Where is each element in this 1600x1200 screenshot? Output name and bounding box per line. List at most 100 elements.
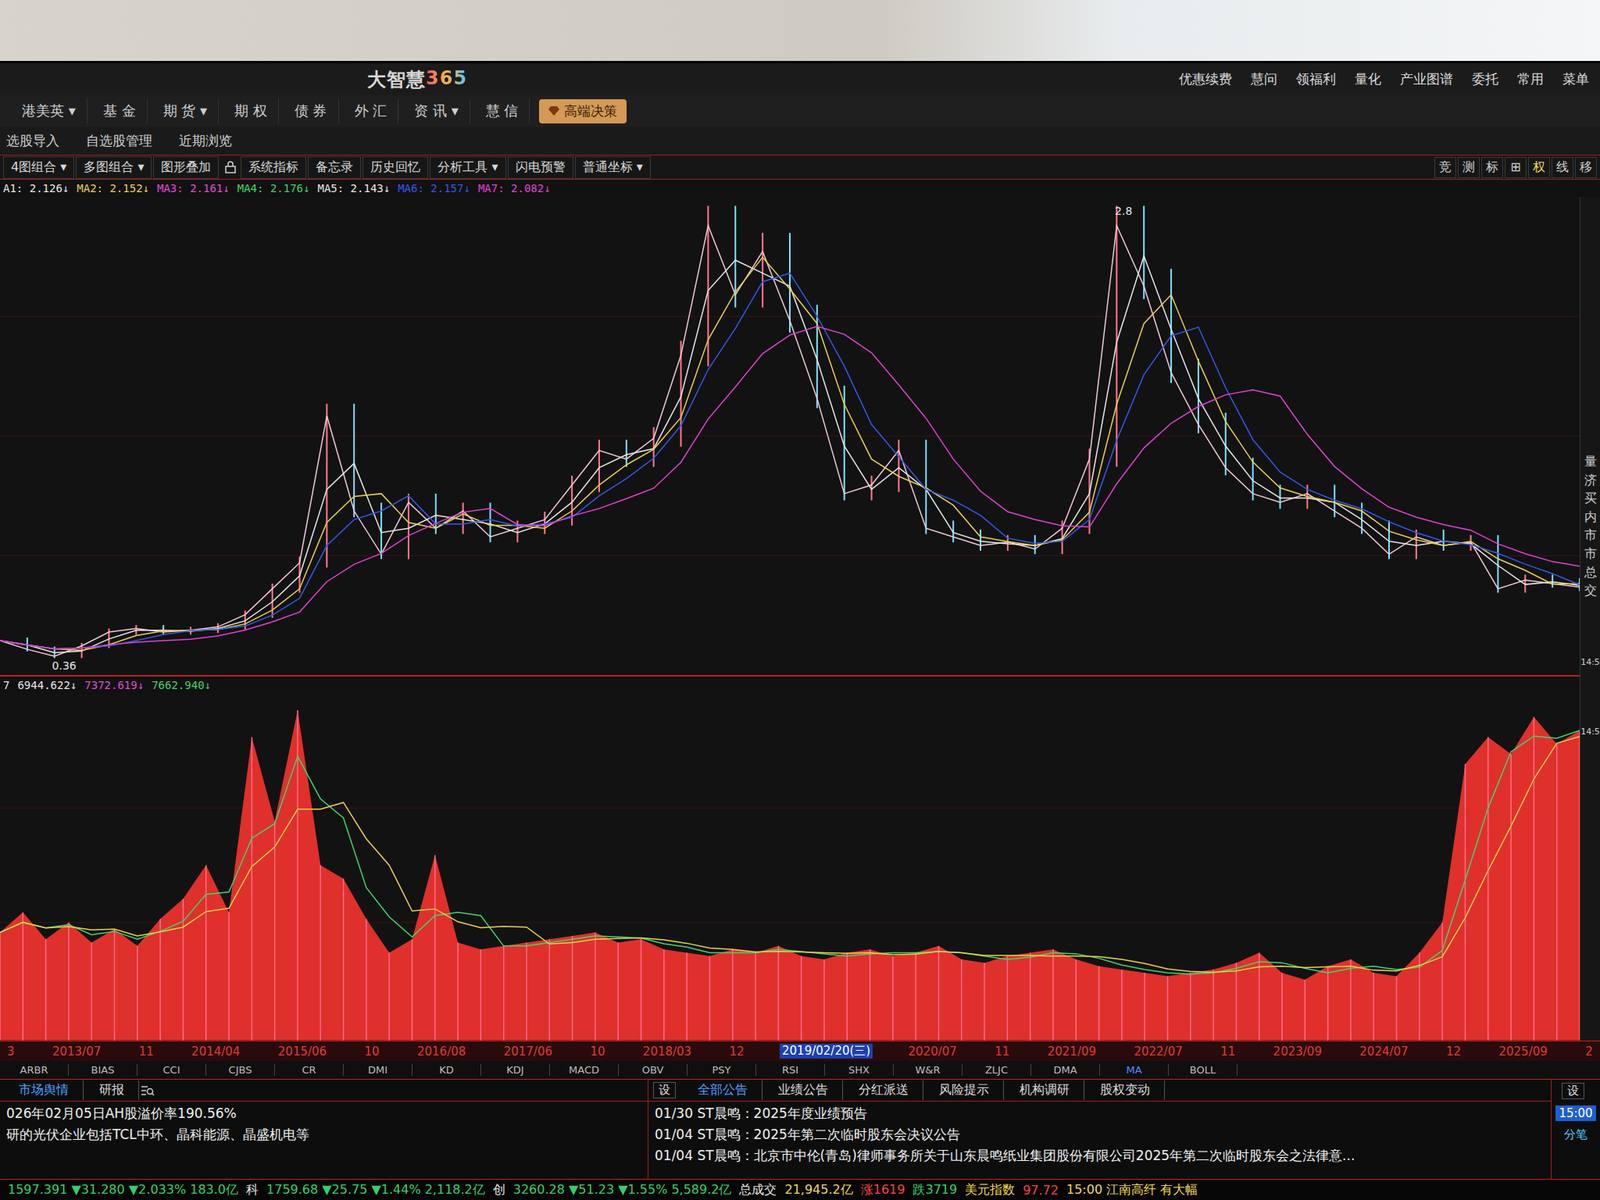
notice-tab[interactable]: 机构调研 <box>1005 1080 1085 1100</box>
top-menu-item[interactable]: 领福利 <box>1296 70 1336 89</box>
notice-item[interactable]: 01/04 ST晨鸣：2025年第二次临时股东会决议公告 <box>654 1125 1545 1144</box>
price-chart[interactable]: 0.362.8 <box>0 196 1580 677</box>
indicator-tab[interactable]: CJBS <box>206 1064 275 1076</box>
indicator-tabs: ARBRBIASCCICJBSCRDMIKDKDJMACDOBVPSYRSISH… <box>0 1060 1600 1080</box>
volume-bar <box>480 950 483 1041</box>
indicator-tab[interactable]: PSY <box>687 1064 757 1076</box>
indicator-tab[interactable]: CCI <box>137 1064 207 1076</box>
volume-bar <box>1373 973 1375 1041</box>
status-item: 总成交 <box>739 1182 777 1199</box>
indicator-tab[interactable]: OBV <box>618 1064 688 1076</box>
legend-item: 7 <box>3 678 10 692</box>
notice-tab[interactable]: 业绩公告 <box>764 1080 843 1100</box>
top-menu-item[interactable]: 优惠续费 <box>1178 70 1233 89</box>
notice-tab[interactable]: 全部公告 <box>683 1080 763 1100</box>
top-menu-item[interactable]: 委托 <box>1471 70 1499 89</box>
volume-bar <box>663 950 665 1041</box>
top-menu-item[interactable]: 产业图谱 <box>1400 70 1454 89</box>
toolbar-toggle[interactable]: 线 <box>1551 157 1574 179</box>
toolbar-button[interactable]: 图形叠加 <box>153 156 219 179</box>
indicator-tab[interactable]: ARBR <box>0 1064 69 1076</box>
nav-item[interactable]: 慧 信 <box>475 98 531 124</box>
volume-bar <box>411 939 414 1041</box>
indicator-tab[interactable]: BIAS <box>68 1064 138 1076</box>
nav-item[interactable]: 期 货 ▾ <box>152 98 220 124</box>
toolbar-button[interactable]: 分析工具 ▾ <box>429 156 506 179</box>
news-item[interactable]: 026年02月05日AH股溢价率190.56% <box>6 1104 642 1123</box>
indicator-tab[interactable]: CR <box>275 1064 344 1076</box>
strip-label: 市 <box>1584 528 1597 543</box>
premium-button[interactable]: 高端决策 <box>539 99 627 124</box>
strip-label: 总 <box>1584 565 1597 580</box>
indicator-tab[interactable]: DMA <box>1031 1064 1100 1076</box>
toolbar-button[interactable]: 历史回忆 <box>362 156 429 179</box>
strip-label: 量 <box>1584 454 1597 469</box>
ma-line <box>0 257 1580 650</box>
toolbar-button[interactable]: 系统指标 <box>240 156 307 179</box>
date-label: 12 <box>1443 1044 1464 1059</box>
nav-item[interactable]: 资 讯 ▾ <box>403 98 471 124</box>
indicator-tab[interactable]: MACD <box>550 1064 619 1076</box>
lock-icon[interactable] <box>220 160 241 174</box>
toolbar-toggle[interactable]: 竞 <box>1434 157 1457 179</box>
toolbar-toggle[interactable]: 测 <box>1457 157 1480 179</box>
notice-tab[interactable]: 股权变动 <box>1085 1080 1165 1100</box>
volume-chart[interactable] <box>0 693 1580 1041</box>
toolbar-toggle[interactable]: 权 <box>1528 157 1550 179</box>
toolbar-toggle[interactable]: 标 <box>1481 157 1504 179</box>
news-tab[interactable]: 研报 <box>85 1080 140 1100</box>
indicator-tab[interactable]: KDJ <box>481 1064 550 1076</box>
nav-item[interactable]: 港美英 ▾ <box>10 98 88 124</box>
side-tab[interactable]: 分笔 <box>1564 1127 1588 1143</box>
indicator-tab[interactable]: BOLL <box>1168 1064 1238 1076</box>
settings-button[interactable]: 设 <box>653 1082 676 1099</box>
sub-nav-item[interactable]: 近期浏览 <box>178 132 233 150</box>
top-menu-item[interactable]: 常用 <box>1517 70 1544 89</box>
nav-item[interactable]: 债 券 <box>283 98 340 124</box>
status-item: 15:00 江南高纤 有大幅 <box>1066 1182 1198 1199</box>
toolbar-button[interactable]: 多图组合 ▾ <box>75 156 152 179</box>
volume-bar <box>22 912 25 1041</box>
notice-item[interactable]: 01/04 ST晨鸣：北京市中伦(青岛)律师事务所关于山东晨鸣纸业集团股份有限公… <box>654 1146 1545 1165</box>
volume-bar <box>1396 976 1398 1041</box>
top-menu-item[interactable]: 量化 <box>1354 70 1382 89</box>
indicator-tab[interactable]: W&R <box>893 1064 963 1076</box>
toolbar-button[interactable]: 4图组合 ▾ <box>3 156 75 179</box>
notice-item[interactable]: 01/30 ST晨鸣：2025年度业绩预告 <box>654 1104 1545 1123</box>
indicator-tab[interactable]: ZLJC <box>962 1064 1032 1076</box>
news-tab[interactable]: 市场舆情 <box>4 1080 84 1100</box>
settings-button[interactable]: 设 <box>1561 1082 1585 1100</box>
indicator-tab[interactable]: KD <box>412 1064 482 1076</box>
volume-area <box>0 710 1580 1041</box>
toolbar-toggle[interactable]: 移 <box>1575 157 1597 179</box>
nav-item[interactable]: 外 汇 <box>343 98 400 124</box>
notice-tab[interactable]: 风险提示 <box>925 1080 1004 1100</box>
toolbar-toggle[interactable]: ⊞ <box>1504 157 1527 179</box>
indicator-tab[interactable]: RSI <box>756 1064 825 1076</box>
status-item: 创 <box>492 1182 506 1199</box>
search-list-icon[interactable] <box>140 1084 155 1097</box>
toolbar-button[interactable]: 闪电预警 <box>507 156 574 179</box>
volume-bar <box>1350 960 1352 1041</box>
sub-nav-item[interactable]: 选股导入 <box>6 132 60 150</box>
nav-item[interactable]: 基 金 <box>92 98 148 124</box>
indicator-tab[interactable]: MA <box>1100 1064 1169 1076</box>
price-candle <box>1170 268 1172 383</box>
nav-item[interactable]: 期 权 <box>223 98 279 124</box>
news-item[interactable]: 研的光伏企业包括TCL中环、晶科能源、晶盛机电等 <box>6 1125 642 1144</box>
toolbar-button[interactable]: 普通坐标 ▾ <box>575 156 651 179</box>
notice-tab[interactable]: 分红派送 <box>844 1080 924 1100</box>
volume-bar <box>434 855 436 1041</box>
top-menu-item[interactable]: 菜单 <box>1562 70 1590 89</box>
legend-item: 6944.622↓ <box>17 678 77 692</box>
top-menu-item[interactable]: 慧问 <box>1250 70 1278 89</box>
dropdown-icon: ▾ <box>133 159 144 175</box>
volume-bar <box>67 922 70 1041</box>
indicator-tab[interactable]: DMI <box>343 1064 413 1076</box>
sub-nav-item[interactable]: 自选股管理 <box>85 132 153 150</box>
dropdown-icon: ▾ <box>632 159 643 175</box>
info-panel: 市场舆情研报 026年02月05日AH股溢价率190.56% 研的光伏企业包括TCL… <box>0 1079 1600 1180</box>
indicator-tab[interactable]: SHX <box>825 1064 894 1076</box>
toolbar-button[interactable]: 备忘录 <box>307 156 361 179</box>
volume-bar <box>1556 744 1558 1041</box>
